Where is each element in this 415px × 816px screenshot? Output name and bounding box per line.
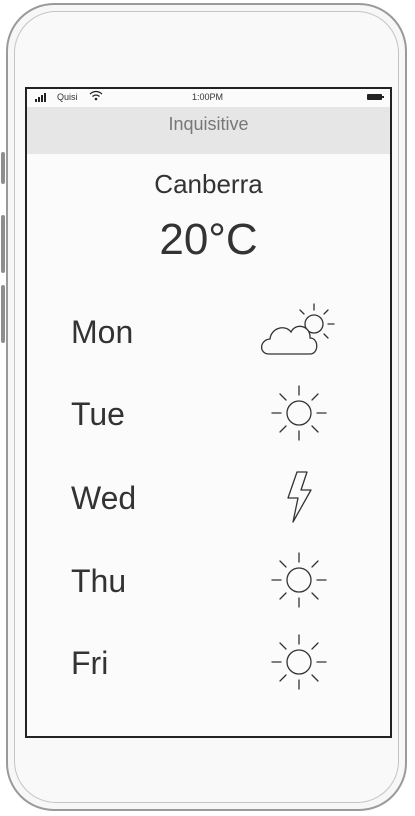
sun-icon (259, 378, 339, 448)
day-label: Mon (71, 314, 134, 350)
phone-screen: Quisi 1:00PM Inquisitive Canberra 20°C M… (25, 87, 392, 738)
current-temperature: 20°C (159, 215, 258, 264)
forecast-row-tue[interactable]: Tue (27, 378, 390, 448)
city-name: Canberra (154, 169, 263, 199)
nav-title: Inquisitive (168, 114, 249, 134)
forecast-row-mon[interactable]: Mon (27, 296, 390, 366)
lightning-icon (259, 462, 339, 532)
volume-up-button (1, 215, 5, 273)
nav-bar: Inquisitive (27, 107, 390, 154)
carrier-label: Quisi (57, 92, 78, 102)
mute-switch (1, 152, 5, 184)
volume-down-button (1, 285, 5, 343)
day-label: Thu (71, 563, 127, 599)
status-time: 1:00PM (192, 92, 224, 102)
sun-icon (259, 627, 339, 697)
battery-icon (367, 94, 384, 100)
signal-icon (35, 93, 46, 102)
forecast-row-fri[interactable]: Fri (27, 627, 390, 697)
day-label: Tue (71, 396, 125, 432)
wifi-icon (89, 90, 103, 104)
day-label: Fri (71, 645, 109, 681)
forecast-row-thu[interactable]: Thu (27, 545, 390, 615)
forecast-row-wed[interactable]: Wed (27, 462, 390, 532)
sun-icon (259, 545, 339, 615)
partly-cloudy-icon (259, 296, 339, 366)
day-label: Wed (71, 480, 137, 516)
status-bar: Quisi 1:00PM (27, 89, 390, 107)
